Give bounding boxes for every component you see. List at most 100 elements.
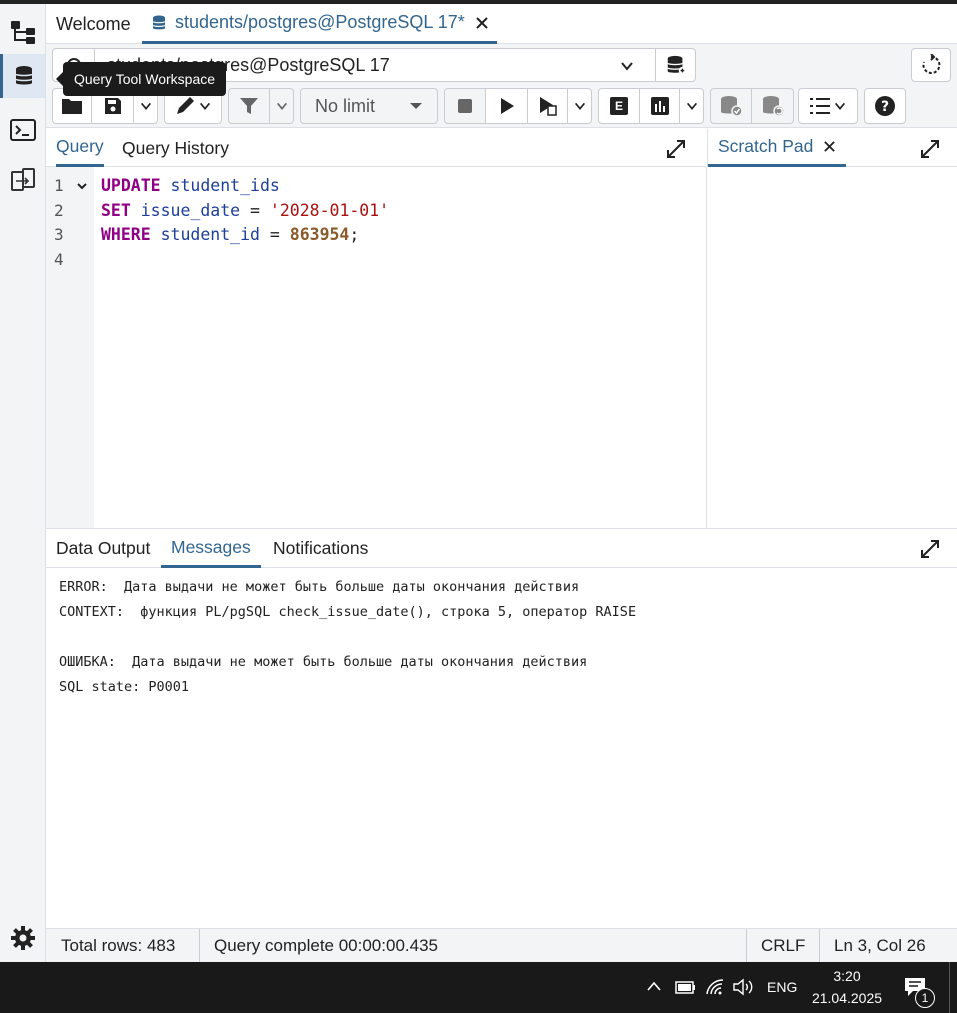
tab-query-history-label: Query History xyxy=(122,137,229,158)
line-gutter: 1 2 3 4 xyxy=(46,167,94,528)
left-rail xyxy=(0,4,46,962)
code-token: '2028-01-01' xyxy=(269,200,390,220)
refresh-connection-button[interactable] xyxy=(911,48,951,82)
explain-analyze-button[interactable] xyxy=(640,88,680,124)
help-button[interactable]: ? xyxy=(864,88,906,124)
chevron-down-icon xyxy=(686,102,697,110)
tab-notifications[interactable]: Notifications xyxy=(273,529,368,568)
chevron-down-icon xyxy=(199,102,211,110)
rollback-button[interactable] xyxy=(752,88,794,124)
terminal-icon xyxy=(9,119,36,141)
execute-options-dropdown[interactable] xyxy=(568,88,592,124)
code-token: SET xyxy=(101,200,131,220)
pencil-icon xyxy=(177,97,194,114)
code-token: UPDATE xyxy=(101,176,161,195)
code-line[interactable]: WHERE student_id = 863954; xyxy=(101,225,359,244)
chevron-down-icon xyxy=(834,102,846,110)
explain-options-dropdown[interactable] xyxy=(680,88,704,124)
code-token: = xyxy=(259,225,290,244)
sql-editor[interactable]: 1 2 3 4 UPDATE student_ids SET issue_date = … xyxy=(46,167,706,528)
maximize-query-button[interactable] xyxy=(666,139,686,164)
results-tabs: Data Output Messages Notifications xyxy=(46,528,957,568)
line-ending: CRLF xyxy=(761,936,806,955)
filter-button[interactable] xyxy=(228,88,270,124)
tab-close-button[interactable] xyxy=(475,16,489,30)
gear-icon xyxy=(10,926,35,950)
code-token: student_ids xyxy=(170,176,280,195)
commit-button[interactable] xyxy=(710,88,752,124)
chevron-up-icon xyxy=(647,981,661,991)
battery-icon xyxy=(675,981,695,994)
tab-query-tool-label: students/postgres@PostgreSQL 17* xyxy=(175,12,465,32)
tab-query[interactable]: Query xyxy=(56,129,104,167)
notification-count-badge: 1 xyxy=(915,988,935,1008)
chevron-down-icon xyxy=(140,102,151,110)
clock-date[interactable]: 21.04.2025 xyxy=(808,990,886,1006)
input-language[interactable]: ENG xyxy=(767,979,797,995)
chevron-down-icon xyxy=(621,62,633,71)
show-desktop-button[interactable] xyxy=(949,962,957,1013)
caret-down-icon xyxy=(410,103,422,109)
schema-diff-workspace-button[interactable] xyxy=(0,158,45,202)
code-line[interactable]: UPDATE student_ids xyxy=(101,176,280,195)
database-icon xyxy=(152,15,166,29)
tab-bar: Welcome students/postgres@PostgreSQL 17* xyxy=(46,4,957,44)
macros-button[interactable] xyxy=(798,88,858,124)
volume-icon[interactable] xyxy=(732,978,756,996)
database-rollback-icon xyxy=(762,96,785,117)
scratch-pad-editor[interactable] xyxy=(706,167,957,528)
tab-scratch-pad[interactable]: Scratch Pad xyxy=(708,129,847,167)
tab-query-history[interactable]: Query History xyxy=(122,129,229,167)
code-token: WHERE xyxy=(101,225,151,244)
wifi-icon[interactable] xyxy=(705,978,727,996)
execute-button[interactable] xyxy=(486,88,528,124)
tab-data-output[interactable]: Data Output xyxy=(56,529,150,568)
maximize-results-button[interactable] xyxy=(920,539,940,564)
explain-button[interactable]: E xyxy=(598,88,640,124)
message-line: ОШИБКА: Дата выдачи не может быть больше… xyxy=(59,654,588,670)
schema-diff-icon xyxy=(10,168,35,191)
code-line[interactable]: SET issue_date = '2028-01-01' xyxy=(101,201,389,220)
volume-icon xyxy=(733,978,753,996)
tab-query-label: Query xyxy=(56,136,104,156)
filter-dropdown[interactable] xyxy=(270,88,294,124)
total-rows: Total rows: 483 xyxy=(61,936,176,955)
filter-icon xyxy=(240,98,258,114)
line-number: 3 xyxy=(54,225,64,244)
list-icon xyxy=(810,98,830,114)
query-tool-workspace-button[interactable] xyxy=(0,54,45,98)
play-script-icon xyxy=(539,97,557,116)
notification-center-button[interactable]: 1 xyxy=(903,976,935,1008)
tab-welcome-label: Welcome xyxy=(56,13,131,34)
settings-button[interactable] xyxy=(0,916,45,960)
execute-script-button[interactable] xyxy=(528,88,568,124)
show-hidden-icons-button[interactable] xyxy=(646,980,662,992)
row-limit-select[interactable]: No limit xyxy=(300,88,438,124)
object-explorer-button[interactable] xyxy=(0,10,45,54)
object-explorer-icon xyxy=(10,21,35,44)
message-line: CONTEXT: функция PL/pgSQL check_issue_da… xyxy=(59,604,637,620)
play-icon xyxy=(500,98,514,114)
tab-messages[interactable]: Messages xyxy=(161,529,261,568)
maximize-scratch-button[interactable] xyxy=(920,139,940,164)
tab-welcome[interactable]: Welcome xyxy=(56,4,131,44)
tooltip: Query Tool Workspace xyxy=(56,62,226,96)
new-connection-button[interactable] xyxy=(656,49,695,81)
message-line: ERROR: Дата выдачи не может быть больше … xyxy=(59,579,580,595)
stop-query-button[interactable] xyxy=(444,88,486,124)
tab-messages-label: Messages xyxy=(171,536,251,557)
battery-icon[interactable] xyxy=(674,979,696,995)
windows-taskbar: ENG 3:20 21.04.2025 1 xyxy=(0,962,957,1013)
database-icon xyxy=(15,66,33,85)
tab-scratch-pad-label: Scratch Pad xyxy=(718,136,814,156)
help-icon: ? xyxy=(875,96,895,116)
code-token: issue_date xyxy=(140,200,241,220)
fold-chevron-icon[interactable] xyxy=(76,180,88,192)
psql-workspace-button[interactable] xyxy=(0,108,45,152)
clock-time[interactable]: 3:20 xyxy=(818,968,876,984)
tab-query-tool[interactable]: students/postgres@PostgreSQL 17* xyxy=(142,4,497,44)
scratch-pad-close-button[interactable] xyxy=(823,140,836,153)
